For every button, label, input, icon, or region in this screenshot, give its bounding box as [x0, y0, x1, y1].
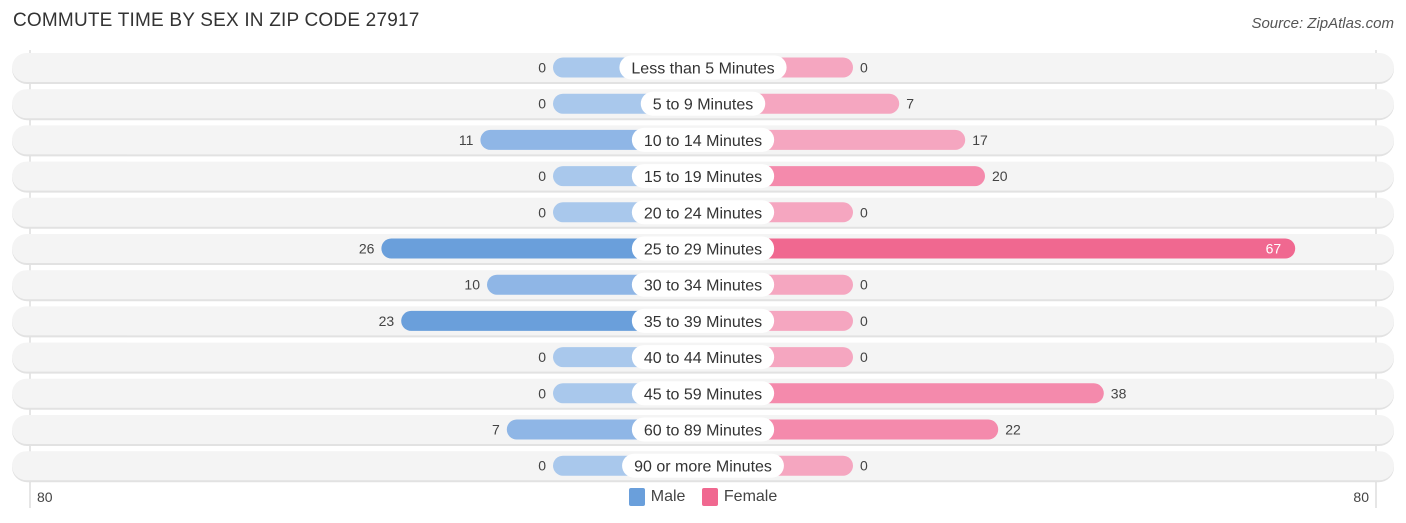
value-label-female: 38 — [1111, 385, 1127, 401]
value-label-male: 0 — [538, 385, 546, 401]
value-label-male: 0 — [538, 458, 546, 474]
value-label-female: 22 — [1005, 422, 1021, 438]
legend-item-male[interactable]: Male — [628, 488, 686, 506]
value-label-female: 67 — [1266, 241, 1282, 257]
value-label-male: 0 — [538, 204, 546, 220]
legend: Male Female — [0, 488, 1406, 511]
bar-female — [703, 238, 1296, 259]
legend-label-male: Male — [650, 488, 686, 505]
value-label-male: 0 — [538, 168, 546, 184]
value-label-male: 0 — [538, 349, 546, 365]
value-label-female: 17 — [972, 132, 988, 148]
value-label-male: 23 — [379, 313, 395, 329]
value-label-female: 0 — [860, 60, 868, 76]
value-label-male: 26 — [359, 241, 375, 257]
value-label-male: 0 — [538, 60, 546, 76]
category-label: 90 or more Minutes — [634, 459, 772, 476]
category-label: 15 to 19 Minutes — [644, 169, 762, 186]
value-label-male: 10 — [464, 277, 480, 293]
value-label-male: 0 — [538, 96, 546, 112]
category-label: 35 to 39 Minutes — [644, 314, 762, 331]
value-label-female: 0 — [860, 458, 868, 474]
chart-svg: 0 0 Less than 5 Minutes 0 7 5 to 9 Minutes 11 1… — [12, 50, 1394, 508]
category-label: 30 to 34 Minutes — [644, 278, 762, 295]
value-label-female: 0 — [860, 277, 868, 293]
category-label: 25 to 29 Minutes — [644, 242, 762, 259]
value-label-female: 7 — [906, 96, 914, 112]
value-label-female: 20 — [992, 168, 1008, 184]
value-label-female: 0 — [860, 313, 868, 329]
legend-swatch-female — [701, 488, 718, 506]
value-label-female: 0 — [860, 349, 868, 365]
value-label-male: 11 — [459, 132, 474, 148]
category-label: 40 to 44 Minutes — [644, 350, 762, 367]
legend-swatch-male — [628, 488, 645, 506]
category-label: 60 to 89 Minutes — [644, 423, 762, 440]
category-label: 45 to 59 Minutes — [644, 386, 762, 403]
category-label: 20 to 24 Minutes — [644, 205, 762, 222]
value-label-female: 0 — [860, 204, 868, 220]
category-label: Less than 5 Minutes — [631, 61, 774, 78]
legend-item-female[interactable]: Female — [701, 488, 778, 506]
category-label: 5 to 9 Minutes — [653, 97, 754, 114]
legend-label-female: Female — [723, 488, 778, 505]
category-label: 10 to 14 Minutes — [644, 133, 762, 150]
value-label-male: 7 — [492, 422, 500, 438]
